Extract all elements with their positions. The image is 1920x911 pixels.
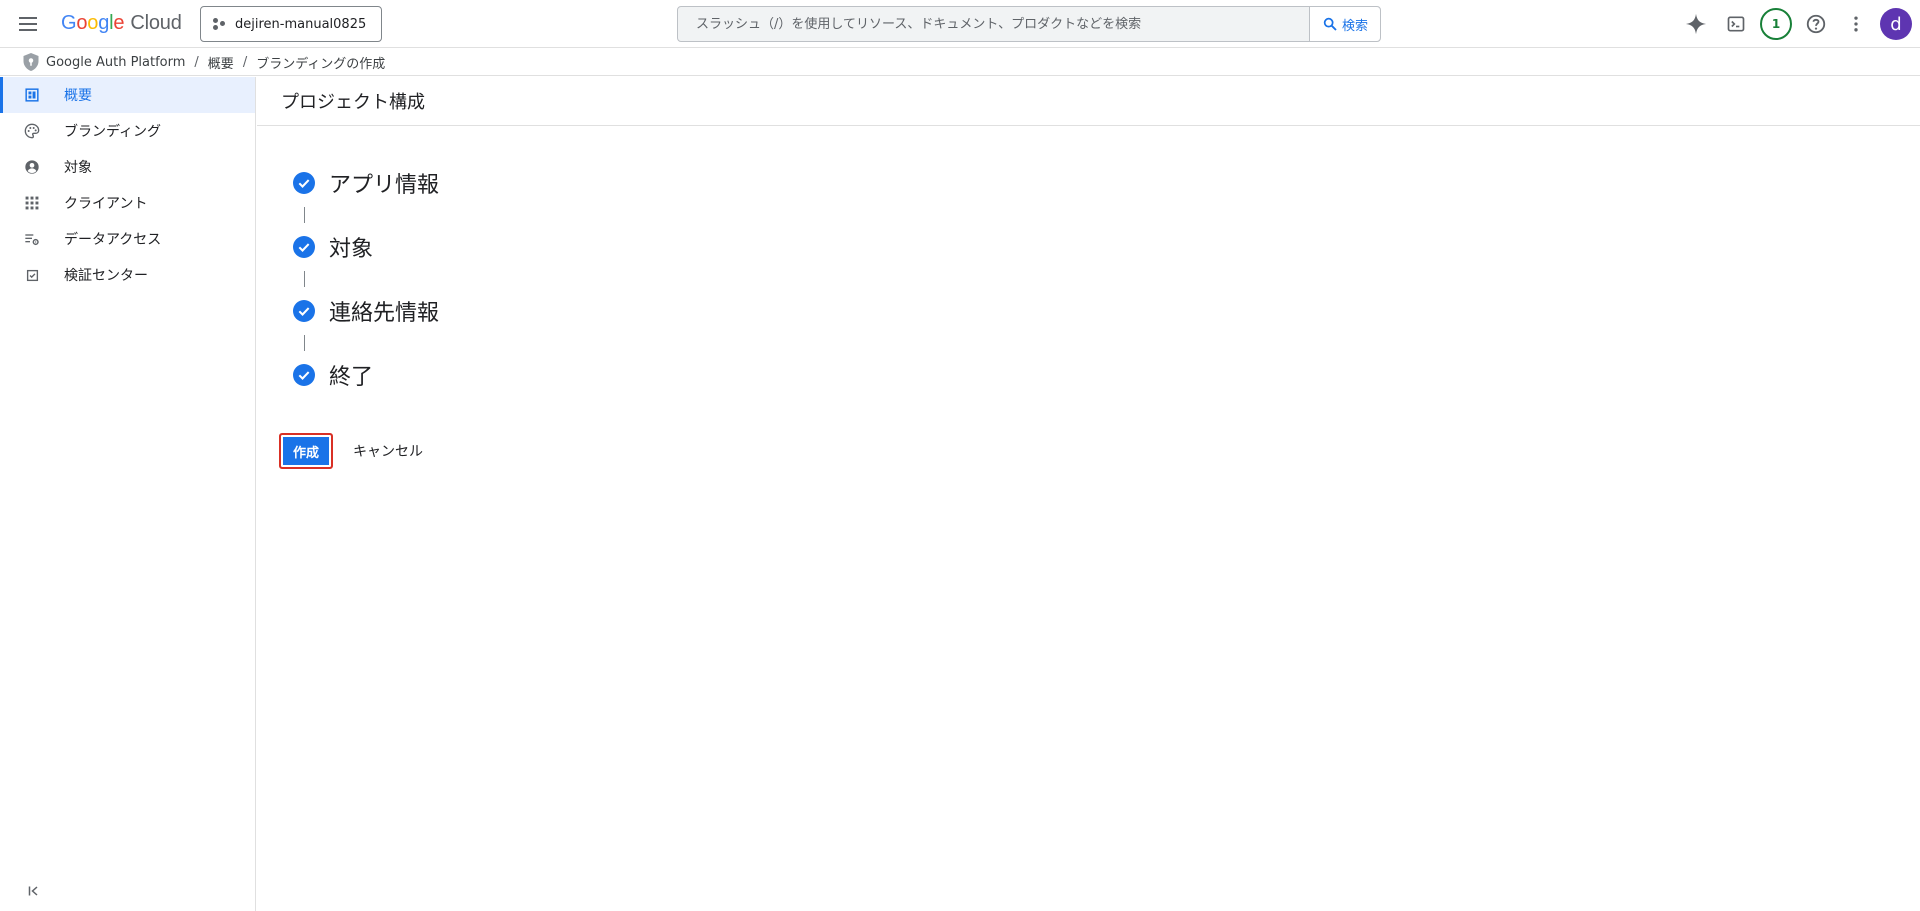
create-button[interactable]: 作成 xyxy=(279,433,333,469)
search-button[interactable]: 検索 xyxy=(1309,7,1380,41)
sidebar-item-label: データアクセス xyxy=(64,232,162,248)
step-label: 連絡先情報 xyxy=(329,301,440,326)
step-list: アプリ情報 対象 連絡先情報 終了 xyxy=(293,165,439,393)
sidebar-item-clients[interactable]: クライアント xyxy=(0,185,255,221)
top-icons: 1 d xyxy=(1676,0,1920,48)
step-finish: 終了 xyxy=(293,357,439,393)
sidebar-item-verification-center[interactable]: 検証センター xyxy=(0,257,255,293)
check-circle-icon xyxy=(293,236,315,258)
breadcrumb-separator: / xyxy=(242,54,248,70)
sidebar-item-overview[interactable]: 概要 xyxy=(0,77,255,113)
breadcrumb: Google Auth Platform / 概要 / ブランディングの作成 xyxy=(0,49,1920,76)
sidebar-item-label: 概要 xyxy=(64,88,92,104)
data-settings-icon xyxy=(24,231,40,247)
search-icon xyxy=(1323,17,1337,31)
check-circle-icon xyxy=(293,300,315,322)
more-vert-icon[interactable] xyxy=(1836,4,1876,44)
form-actions: 作成 キャンセル xyxy=(279,433,423,469)
search-button-label: 検索 xyxy=(1341,18,1368,34)
search-input[interactable] xyxy=(678,7,1309,41)
check-circle-icon xyxy=(293,364,315,386)
page-title: プロジェクト構成 xyxy=(257,77,1920,126)
main-content: プロジェクト構成 アプリ情報 対象 連絡先情報 終了 作成 キャンセル xyxy=(257,77,1920,911)
dashboard-icon xyxy=(24,87,40,103)
help-icon[interactable] xyxy=(1796,4,1836,44)
project-icon xyxy=(213,18,225,30)
cloud-shell-icon[interactable] xyxy=(1716,4,1756,44)
project-picker-button[interactable]: dejiren-manual0825 xyxy=(200,6,382,42)
sidebar-item-label: 対象 xyxy=(64,160,92,176)
menu-icon[interactable] xyxy=(16,12,40,36)
step-audience: 対象 xyxy=(293,229,439,265)
palette-icon xyxy=(24,123,40,139)
sidebar-item-label: クライアント xyxy=(64,196,148,212)
google-cloud-logo[interactable]: Google Cloud xyxy=(61,12,182,35)
collapse-left-icon[interactable] xyxy=(24,881,44,901)
check-circle-icon xyxy=(293,172,315,194)
gemini-icon[interactable] xyxy=(1676,4,1716,44)
top-bar: GoogleCloud dejiren-manual0825 検索 1 d xyxy=(0,0,1920,48)
sidebar: 概要 ブランディング 対象 クライアント データアクセス 検証センター xyxy=(0,77,256,911)
project-name: dejiren-manual0825 xyxy=(235,16,367,32)
sidebar-item-data-access[interactable]: データアクセス xyxy=(0,221,255,257)
step-label: 終了 xyxy=(329,365,374,390)
step-app-info: アプリ情報 xyxy=(293,165,439,201)
breadcrumb-item-current: ブランディングの作成 xyxy=(256,56,386,72)
cancel-button[interactable]: キャンセル xyxy=(353,441,423,461)
step-label: 対象 xyxy=(329,237,374,262)
step-connector xyxy=(304,207,305,223)
step-connector xyxy=(304,335,305,351)
apps-grid-icon xyxy=(24,195,40,211)
step-connector xyxy=(304,271,305,287)
breadcrumb-item-overview[interactable]: 概要 xyxy=(208,53,234,72)
breadcrumb-item-auth-platform[interactable]: Google Auth Platform xyxy=(46,55,185,70)
step-label: アプリ情報 xyxy=(329,173,440,198)
search-bar: 検索 xyxy=(677,6,1381,42)
sidebar-item-label: ブランディング xyxy=(64,124,162,140)
avatar[interactable]: d xyxy=(1880,8,1912,40)
checklist-icon xyxy=(24,267,40,283)
step-contact-info: 連絡先情報 xyxy=(293,293,439,329)
account-circle-icon xyxy=(24,159,40,175)
breadcrumb-separator: / xyxy=(194,54,199,70)
notifications-button[interactable]: 1 xyxy=(1756,4,1796,44)
shield-icon xyxy=(23,53,39,71)
notification-count: 1 xyxy=(1760,8,1792,40)
sidebar-item-label: 検証センター xyxy=(64,268,148,284)
sidebar-item-audience[interactable]: 対象 xyxy=(0,149,255,185)
sidebar-item-branding[interactable]: ブランディング xyxy=(0,113,255,149)
